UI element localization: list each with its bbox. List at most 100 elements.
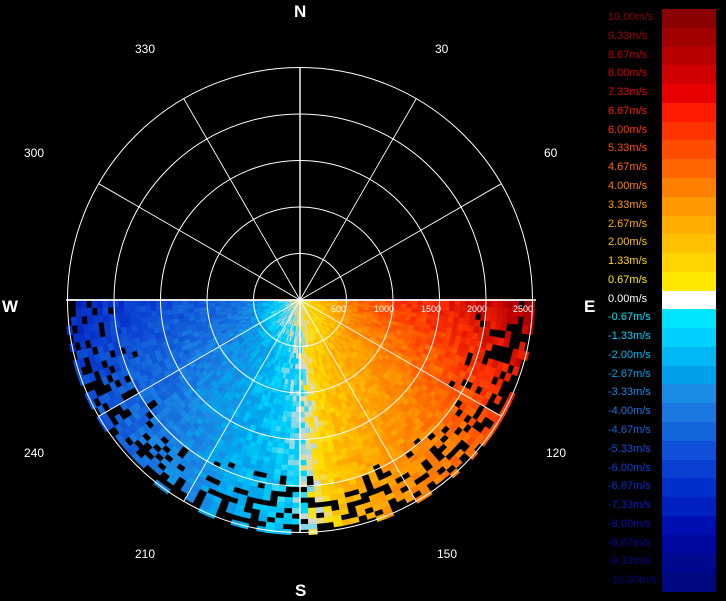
velocity-bin [468, 417, 477, 427]
scale-swatch [662, 197, 716, 216]
velocity-bin [295, 428, 300, 433]
velocity-bin [449, 306, 455, 312]
velocity-bin [177, 304, 183, 309]
velocity-bin [146, 317, 152, 323]
velocity-bin [225, 303, 231, 306]
velocity-bin [158, 449, 167, 458]
velocity-bin [210, 306, 216, 310]
velocity-bin [283, 518, 292, 524]
velocity-bin [284, 502, 292, 508]
velocity-bin [454, 312, 460, 318]
velocity-bin [294, 460, 300, 466]
velocity-bin [189, 312, 195, 317]
velocity-bin [291, 412, 296, 418]
scale-label: -6.00m/s [608, 462, 651, 474]
velocity-bin [119, 313, 125, 320]
scale-swatch [662, 9, 716, 28]
velocity-bin [173, 314, 179, 319]
velocity-bin [273, 474, 280, 480]
velocity-bin [320, 474, 327, 480]
scale-label: 10.00m/s [608, 11, 653, 23]
velocity-bin [300, 524, 309, 530]
bearing-300: 300 [24, 146, 44, 160]
scale-swatch [662, 572, 716, 591]
velocity-bin [487, 300, 493, 307]
velocity-bin [108, 314, 114, 322]
velocity-bin [333, 520, 342, 527]
velocity-bin [285, 427, 290, 433]
velocity-bin [492, 300, 498, 307]
velocity-bin [172, 309, 178, 314]
range-label-2500: 2500 [513, 304, 533, 314]
scale-swatch [662, 253, 716, 272]
velocity-bin [183, 313, 189, 318]
velocity-bin [453, 317, 459, 324]
velocity-bin [287, 465, 294, 471]
velocity-bin [285, 497, 293, 503]
velocity-bin [455, 306, 461, 312]
scale-swatch [662, 422, 716, 441]
velocity-bin [306, 449, 312, 455]
velocity-bin [300, 466, 306, 471]
velocity-bin [322, 495, 330, 501]
velocity-bin [172, 300, 177, 305]
velocity-bin [300, 433, 305, 439]
velocity-bin [151, 305, 157, 311]
velocity-bin [306, 455, 312, 461]
velocity-bin [505, 331, 512, 340]
velocity-bin [496, 315, 502, 323]
velocity-bin [316, 443, 322, 449]
velocity-bin [294, 444, 300, 449]
velocity-bin [492, 307, 498, 315]
velocity-bin [292, 401, 296, 407]
velocity-bin [345, 496, 354, 503]
scale-label: 3.33m/s [608, 199, 647, 211]
velocity-bin [124, 306, 130, 313]
velocity-bin [76, 300, 82, 308]
velocity-bin [304, 396, 308, 402]
west-label: W [2, 297, 18, 317]
velocity-bin [306, 465, 313, 471]
velocity-bin [276, 507, 284, 513]
velocity-bin [290, 433, 295, 439]
radar-polar-plot [0, 0, 600, 600]
scale-swatch [662, 234, 716, 253]
velocity-bin [312, 406, 317, 412]
velocity-bin [519, 342, 526, 351]
velocity-bin [287, 412, 292, 418]
scale-label: 2.67m/s [608, 218, 647, 230]
velocity-bin [183, 308, 189, 313]
bearing-150: 150 [437, 547, 457, 561]
scale-label: -10.00m/s [608, 574, 657, 586]
scale-label: 0.00m/s [608, 293, 647, 305]
velocity-bin [316, 507, 324, 513]
velocity-bin [316, 518, 325, 524]
velocity-bin [262, 494, 270, 501]
scale-label: -8.67m/s [608, 537, 651, 549]
velocity-bin [486, 307, 492, 314]
velocity-bin [458, 318, 464, 325]
range-label-500: 500 [331, 304, 346, 314]
velocity-bin [449, 300, 455, 306]
velocity-bin [188, 308, 194, 313]
bearing-60: 60 [544, 146, 557, 160]
velocity-bin [161, 305, 167, 310]
velocity-bin [286, 422, 291, 428]
velocity-bin [300, 471, 307, 477]
velocity-bin [287, 470, 294, 476]
velocity-bin [140, 300, 145, 306]
velocity-bin [312, 459, 319, 465]
velocity-bin [135, 306, 141, 312]
bearing-240: 240 [24, 446, 44, 460]
bearing-spoke [99, 184, 300, 300]
scale-swatch [662, 140, 716, 159]
velocity-bin [310, 427, 315, 433]
velocity-bin [293, 471, 300, 477]
velocity-bin [183, 304, 189, 309]
velocity-bin [305, 433, 310, 439]
velocity-bin [199, 304, 205, 308]
velocity-bin [220, 303, 226, 306]
velocity-bin [279, 486, 287, 492]
velocity-bin [76, 316, 82, 325]
velocity-bin [178, 309, 184, 314]
